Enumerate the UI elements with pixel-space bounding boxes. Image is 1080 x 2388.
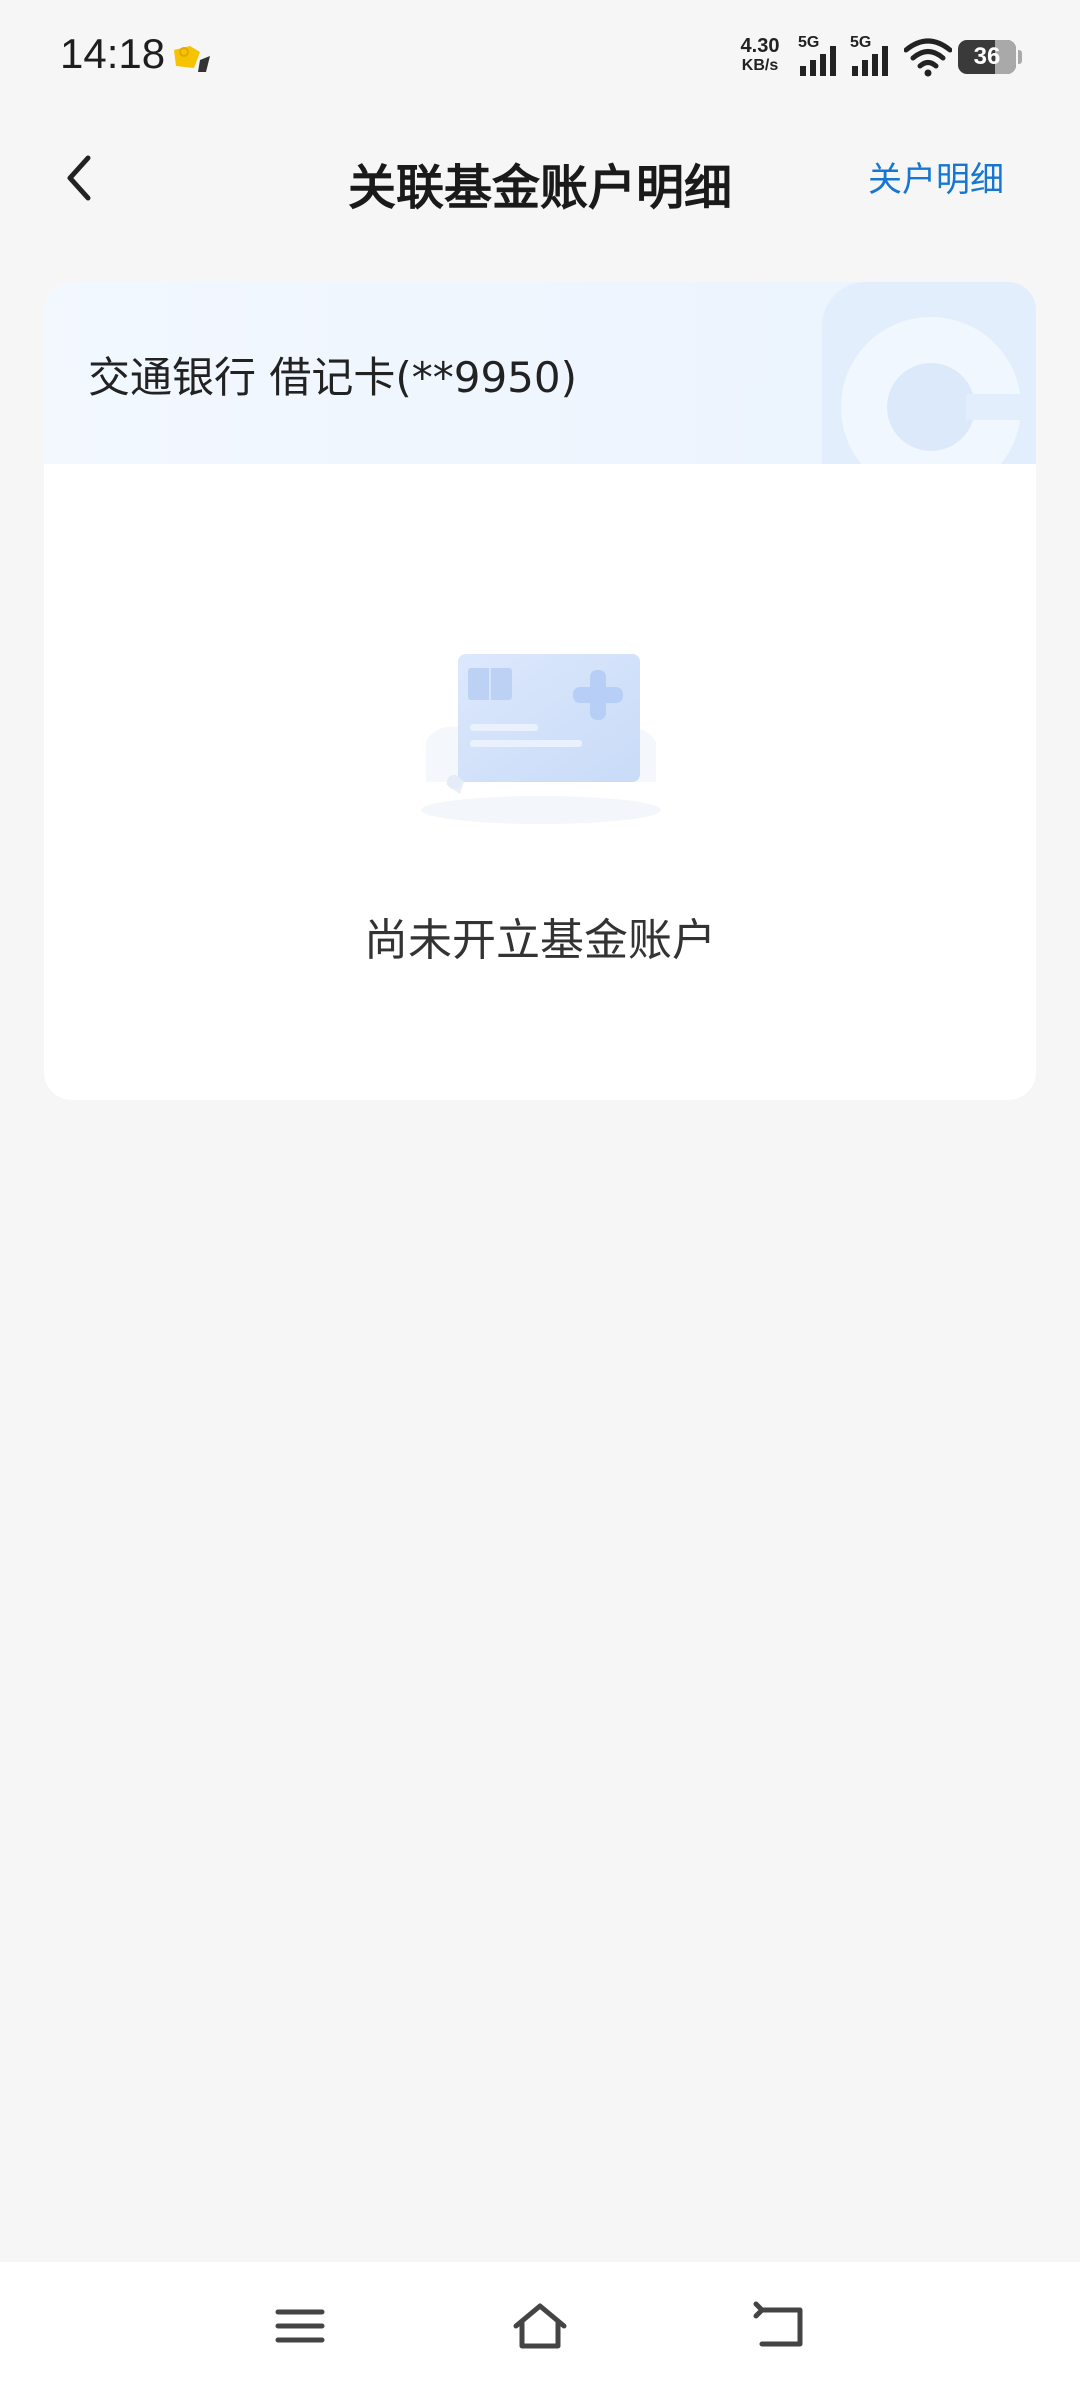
card-add-illustration xyxy=(421,654,661,824)
battery-indicator: 36 xyxy=(958,40,1016,74)
back-arrow-icon[interactable] xyxy=(748,2296,812,2356)
network-speed: 4.30 KB/s xyxy=(740,35,780,74)
wifi-icon xyxy=(904,38,952,77)
home-icon[interactable] xyxy=(508,2296,572,2356)
card-header: 交通银行 借记卡(**9950) xyxy=(44,282,1036,464)
account-closing-details-link[interactable]: 关户明细 xyxy=(868,152,1004,201)
system-nav-bar xyxy=(0,2262,1080,2388)
status-time: 14:18 xyxy=(60,30,166,77)
header-bar: 关联基金账户明细 关户明细 xyxy=(0,118,1080,238)
signal-sim1-icon: 5G xyxy=(798,34,844,78)
notification-app-icon xyxy=(174,46,210,72)
empty-state-message: 尚未开立基金账户 xyxy=(364,915,716,966)
status-bar: 14:18 4.30 KB/s 5G 5G 36 xyxy=(0,0,1080,118)
menu-icon[interactable] xyxy=(268,2296,332,2356)
signal-sim2-icon: 5G xyxy=(850,34,896,78)
bank-card-panel: 交通银行 借记卡(**9950) 尚未开立基金账户 xyxy=(44,282,1036,1100)
battery-tip xyxy=(1018,50,1022,64)
screen: 14:18 4.30 KB/s 5G 5G 36 关联基金账户明细 关户明细 交… xyxy=(0,0,1080,2388)
bank-account-name: 交通银行 借记卡(**9950) xyxy=(88,353,578,402)
bank-logo-watermark-icon xyxy=(822,282,1036,464)
